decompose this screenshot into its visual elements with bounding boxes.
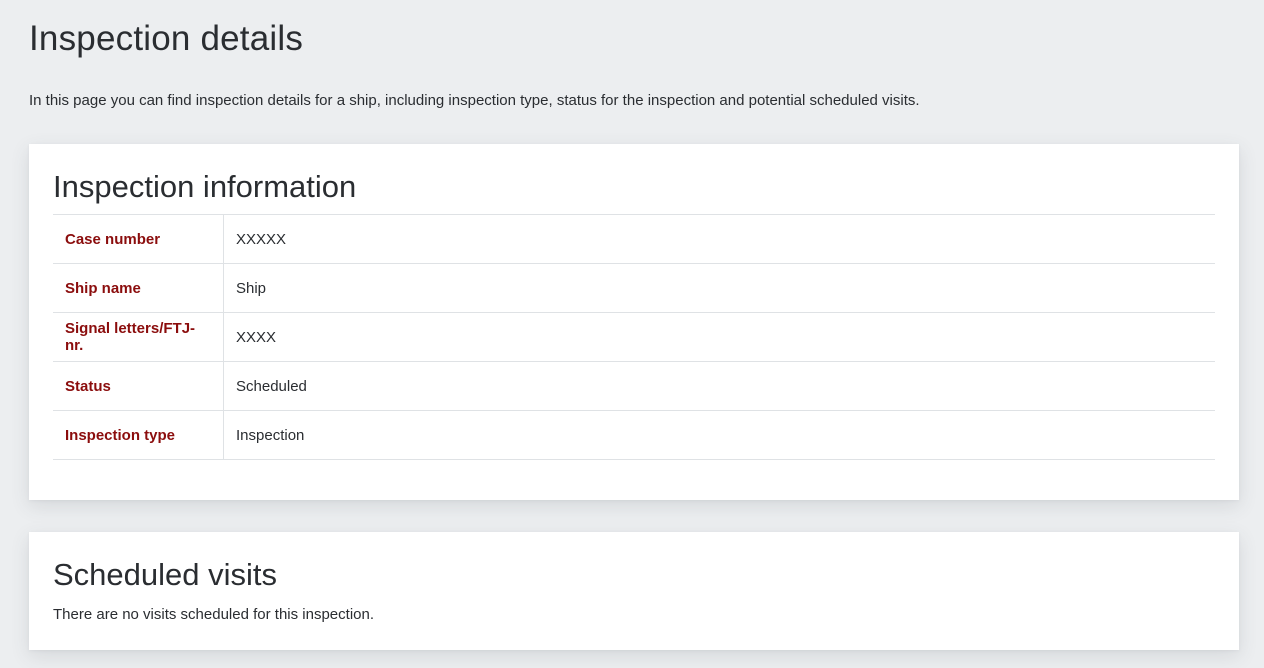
ship-name-label: Ship name <box>53 263 224 313</box>
table-row: Inspection type Inspection <box>53 410 1215 460</box>
table-row: Ship name Ship <box>53 263 1215 313</box>
inspection-type-label: Inspection type <box>53 410 224 460</box>
page-intro: In this page you can find inspection det… <box>29 92 920 109</box>
table-row: Signal letters/FTJ-nr. XXXX <box>53 312 1215 362</box>
status-value: Scheduled <box>223 361 1215 411</box>
scheduled-visits-card: Scheduled visits There are no visits sch… <box>29 532 1239 650</box>
inspection-information-card: Inspection information Case number XXXXX… <box>29 144 1239 500</box>
signal-letters-value: XXXX <box>223 312 1215 362</box>
ship-name-value: Ship <box>223 263 1215 313</box>
table-row: Status Scheduled <box>53 361 1215 411</box>
table-row: Case number XXXXX <box>53 214 1215 264</box>
no-visits-message: There are no visits scheduled for this i… <box>53 606 374 623</box>
case-number-value: XXXXX <box>223 214 1215 264</box>
inspection-type-value: Inspection <box>223 410 1215 460</box>
signal-letters-label: Signal letters/FTJ-nr. <box>53 312 224 362</box>
status-label: Status <box>53 361 224 411</box>
page-title: Inspection details <box>29 19 304 58</box>
inspection-information-table: Case number XXXXX Ship name Ship Signal … <box>53 214 1215 460</box>
case-number-label: Case number <box>53 214 224 264</box>
scheduled-visits-title: Scheduled visits <box>53 557 278 592</box>
inspection-information-title: Inspection information <box>53 169 357 204</box>
